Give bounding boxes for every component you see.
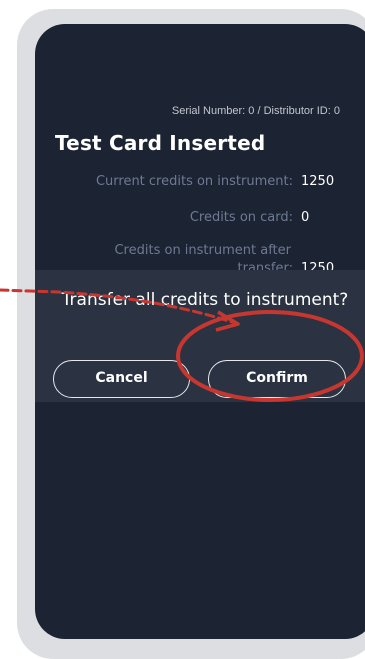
card-credits-value: 0: [301, 210, 310, 225]
transfer-prompt: Transfer all credits to instrument?: [61, 290, 349, 310]
current-credits-value: 1250: [301, 174, 335, 189]
after-transfer-label-line1: Credits on instrument after: [114, 243, 291, 258]
card-credits-label: Credits on card:: [189, 210, 293, 225]
cancel-button[interactable]: Cancel: [53, 360, 190, 398]
device-screen: Serial Number: 0 / Distributor ID: 0 Tes…: [35, 24, 365, 639]
page-title: Test Card Inserted: [55, 131, 266, 155]
confirm-button[interactable]: Confirm: [208, 360, 346, 398]
card-credits-row: Credits on card: 0: [35, 210, 335, 225]
serial-distributor-info: Serial Number: 0 / Distributor ID: 0: [171, 105, 340, 117]
current-credits-label: Current credits on instrument:: [95, 174, 293, 189]
current-credits-row: Current credits on instrument: 1250: [35, 174, 335, 189]
